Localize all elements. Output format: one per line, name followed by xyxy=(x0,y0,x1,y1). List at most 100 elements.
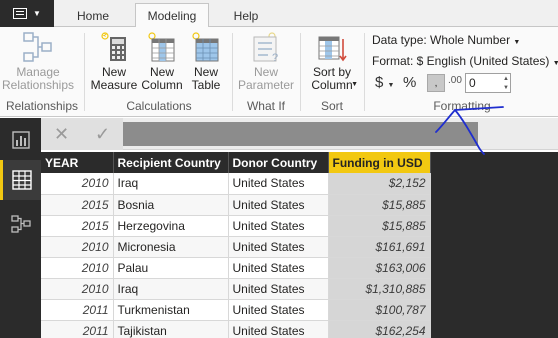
cell-funding[interactable]: $163,006 xyxy=(328,257,431,279)
format-dropdown[interactable]: Format: $ English (United States) ▼ xyxy=(372,54,558,68)
cell-year[interactable]: 2010 xyxy=(41,173,114,195)
new-table-button[interactable]: New Table xyxy=(186,31,226,92)
new-measure-label: New Measure xyxy=(90,65,138,92)
column-header-donor-country[interactable]: Donor Country xyxy=(228,152,329,173)
data-view-button[interactable] xyxy=(0,160,41,200)
cell-funding[interactable]: $15,885 xyxy=(328,194,431,216)
cell-recipient[interactable]: Herzegovina xyxy=(113,215,229,237)
cell-donor[interactable]: United States xyxy=(228,173,329,195)
group-label-sort: Sort xyxy=(320,99,343,113)
sort-by-column-icon xyxy=(316,31,348,63)
document-icon xyxy=(13,8,28,19)
tab-modeling[interactable]: Modeling xyxy=(135,3,209,27)
spin-down-icon[interactable]: ▼ xyxy=(501,83,511,92)
new-measure-button[interactable]: New Measure xyxy=(90,31,138,92)
view-switcher-rail xyxy=(0,118,41,338)
cell-donor[interactable]: United States xyxy=(228,215,329,237)
cell-funding[interactable]: $15,885 xyxy=(328,215,431,237)
manage-relationships-button[interactable]: Manage Relationships xyxy=(2,31,74,92)
cell-year[interactable]: 2011 xyxy=(41,299,114,321)
cell-funding[interactable]: $1,310,885 xyxy=(328,278,431,300)
cell-funding[interactable]: $162,254 xyxy=(328,320,431,338)
model-view-button[interactable] xyxy=(0,204,41,244)
group-label-relationships: Relationships xyxy=(5,99,79,113)
cell-recipient[interactable]: Iraq xyxy=(113,173,229,195)
manage-relationships-label: Manage Relationships xyxy=(1,65,75,92)
table-row: 2015 Bosnia United States $15,885 xyxy=(41,194,431,216)
cell-donor[interactable]: United States xyxy=(228,236,329,258)
group-separator xyxy=(364,33,365,111)
cell-year[interactable]: 2015 xyxy=(41,215,114,237)
cell-year[interactable]: 2010 xyxy=(41,236,114,258)
cell-recipient[interactable]: Micronesia xyxy=(113,236,229,258)
table-row: 2011 Tajikistan United States $162,254 xyxy=(41,320,431,338)
cell-donor[interactable]: United States xyxy=(228,257,329,279)
column-header-recipient-country[interactable]: Recipient Country xyxy=(113,152,229,173)
cell-year[interactable]: 2011 xyxy=(41,320,114,338)
bar-chart-icon xyxy=(11,131,30,149)
table-empty-area xyxy=(430,152,558,338)
relationships-icon xyxy=(22,31,54,63)
cell-funding[interactable]: $100,787 xyxy=(328,299,431,321)
currency-symbol: $ xyxy=(375,74,384,91)
tab-home[interactable]: Home xyxy=(64,4,122,27)
new-parameter-button[interactable]: ? New Parameter xyxy=(238,31,294,92)
chevron-down-icon: ▼ xyxy=(552,60,558,67)
new-parameter-label: New Parameter xyxy=(237,65,295,92)
cell-funding[interactable]: $2,152 xyxy=(328,173,431,195)
cell-donor[interactable]: United States xyxy=(228,194,329,216)
data-type-dropdown[interactable]: Data type: Whole Number ▼ xyxy=(372,33,520,47)
new-column-button[interactable]: New Column xyxy=(140,31,184,92)
cell-donor[interactable]: United States xyxy=(228,278,329,300)
cell-recipient[interactable]: Palau xyxy=(113,257,229,279)
cell-year[interactable]: 2015 xyxy=(41,194,114,216)
chevron-down-icon: ▼ xyxy=(513,39,521,46)
data-table: YEAR Recipient Country Donor Country Fun… xyxy=(41,152,431,338)
group-label-formatting: Formatting xyxy=(433,99,491,113)
column-header-funding[interactable]: Funding in USD xyxy=(328,152,431,173)
new-column-label: New Column xyxy=(141,65,183,92)
new-column-icon xyxy=(146,31,178,63)
chevron-down-icon: ▼ xyxy=(33,9,41,18)
ribbon-tab-strip: ▼ Home Modeling Help xyxy=(0,0,558,27)
chevron-down-icon: ▼ xyxy=(387,82,395,89)
svg-text:?: ? xyxy=(272,52,278,63)
group-separator xyxy=(300,33,301,111)
formula-bar: ✕ ✓ xyxy=(41,118,558,150)
cell-recipient[interactable]: Bosnia xyxy=(113,194,229,216)
comma-style-button[interactable]: , xyxy=(427,74,445,92)
cell-year[interactable]: 2010 xyxy=(41,278,114,300)
report-view-button[interactable] xyxy=(0,120,41,160)
table-header-row: YEAR Recipient Country Donor Country Fun… xyxy=(41,152,431,173)
cell-year[interactable]: 2010 xyxy=(41,257,114,279)
group-separator xyxy=(84,33,85,111)
cell-donor[interactable]: United States xyxy=(228,299,329,321)
cell-donor[interactable]: United States xyxy=(228,320,329,338)
file-menu-button[interactable]: ▼ xyxy=(0,0,54,27)
formula-input[interactable] xyxy=(123,122,478,146)
new-table-icon xyxy=(190,31,222,63)
group-label-calculations: Calculations xyxy=(126,99,192,113)
spin-up-icon[interactable]: ▲ xyxy=(501,74,511,83)
new-table-label: New Table xyxy=(191,65,221,92)
cancel-formula-button[interactable]: ✕ xyxy=(54,124,69,145)
table-row: 2015 Herzegovina United States $15,885 xyxy=(41,215,431,237)
tab-help[interactable]: Help xyxy=(220,4,272,27)
currency-format-button[interactable]: $ ▼ xyxy=(375,74,394,91)
decimal-places-icon: .00 xyxy=(448,75,462,86)
data-type-label: Data type: Whole Number xyxy=(372,33,511,47)
table-row: 2010 Iraq United States $2,152 xyxy=(41,173,431,195)
modeling-ribbon: Manage Relationships Relationships New M… xyxy=(0,27,558,117)
cell-recipient[interactable]: Iraq xyxy=(113,278,229,300)
cell-recipient[interactable]: Tajikistan xyxy=(113,320,229,338)
commit-formula-button[interactable]: ✓ xyxy=(95,124,110,145)
cell-recipient[interactable]: Turkmenistan xyxy=(113,299,229,321)
column-header-year[interactable]: YEAR xyxy=(41,152,114,173)
percent-format-button[interactable]: % xyxy=(403,74,416,91)
chevron-down-icon: ▼ xyxy=(351,81,358,88)
table-row: 2010 Palau United States $163,006 xyxy=(41,257,431,279)
table-icon xyxy=(12,170,32,190)
cell-funding[interactable]: $161,691 xyxy=(328,236,431,258)
sort-by-column-button[interactable]: Sort by Column ▼ xyxy=(304,31,360,92)
table-row: 2010 Iraq United States $1,310,885 xyxy=(41,278,431,300)
